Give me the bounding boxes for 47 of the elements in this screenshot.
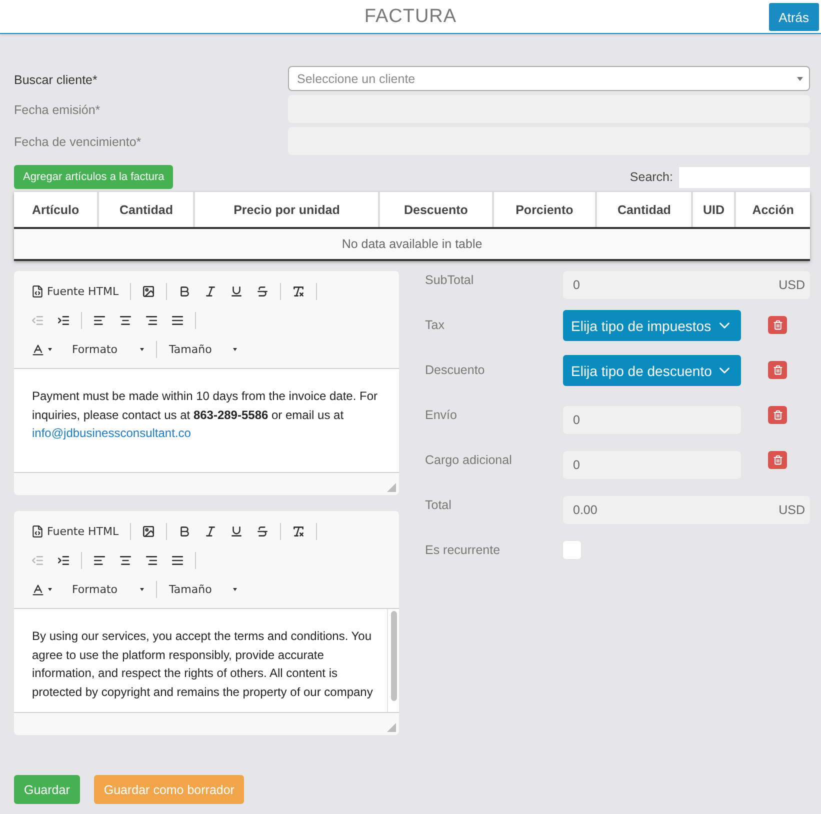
amount-field[interactable]: 0 USD: [563, 271, 810, 299]
size-dropdown[interactable]: Tamaño: [163, 341, 243, 358]
field-label: Envío: [425, 407, 458, 422]
field-label: Tax: [425, 317, 446, 332]
resize-handle[interactable]: [387, 723, 396, 732]
size-dropdown[interactable]: Tamaño: [163, 581, 243, 598]
delete-button[interactable]: [768, 451, 787, 469]
field-label: Buscar cliente*: [14, 72, 98, 87]
trash-icon: [772, 455, 782, 465]
trash-icon: [772, 410, 782, 420]
format-dropdown[interactable]: Formato: [60, 581, 150, 598]
field-label: Fecha emisión*: [14, 103, 102, 117]
search-label: Search:: [630, 170, 673, 184]
amount-input[interactable]: 0: [563, 451, 741, 479]
field-label: Es recurrente: [425, 542, 502, 557]
type-dropdown[interactable]: Elija tipo de descuento: [563, 355, 741, 386]
field-label: Cargo adicional: [425, 452, 513, 467]
recurring-checkbox[interactable]: [563, 541, 581, 559]
trash-icon: [772, 320, 782, 330]
format-dropdown[interactable]: Formato: [60, 341, 150, 358]
page-title: FACTURA: [364, 6, 457, 28]
field-label: Fecha de vencimiento*: [14, 135, 142, 149]
email-link[interactable]: info@jdbusinessconsultant.co: [32, 426, 191, 440]
type-dropdown[interactable]: Elija tipo de impuestos: [563, 310, 741, 341]
resize-handle[interactable]: [387, 483, 396, 492]
code-file-icon: [31, 285, 44, 298]
source-button[interactable]: Fuente HTML: [26, 523, 124, 540]
code-file-icon: [31, 525, 44, 538]
amount-field[interactable]: 0.00 USD: [563, 496, 810, 524]
trash-icon: [772, 365, 782, 375]
delete-button[interactable]: [768, 316, 787, 334]
editor-text: Payment must be made within 10 days from the invoice date. For inquiries, please contact us at 863-289-5586 or email us at info@jdbusinessconsultant.co: [31, 388, 378, 442]
delete-button[interactable]: [768, 406, 787, 424]
empty-message: No data available in table: [14, 228, 810, 260]
back-button[interactable]: Atrás: [768, 3, 819, 31]
amount-input[interactable]: 0: [563, 406, 741, 434]
source-button[interactable]: Fuente HTML: [26, 283, 124, 300]
text-color-icon: [31, 342, 45, 356]
field-label: SubTotal: [425, 272, 475, 287]
search-field[interactable]: [679, 166, 810, 188]
field-label: Descuento: [425, 362, 486, 377]
field-label: Total: [425, 497, 452, 512]
editor-text: By using our services, you accept the terms and conditions. You agree to use the platform responsibly, provide accurate information, and respect the rights of others. All content is protected by copyright and remains the property of our company: [31, 628, 374, 700]
text-color-icon: [31, 582, 45, 596]
delete-button[interactable]: [768, 361, 787, 379]
client-select[interactable]: Seleccione un cliente: [288, 66, 810, 91]
scrollbar[interactable]: [387, 609, 399, 712]
